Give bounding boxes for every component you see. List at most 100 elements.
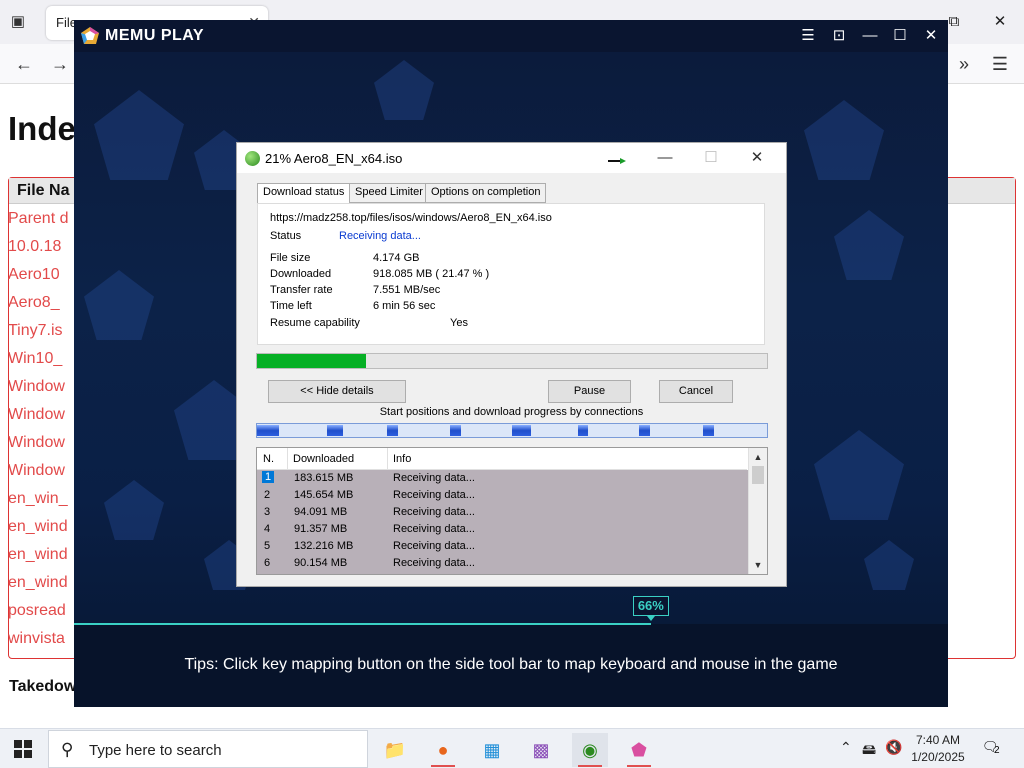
virtualbox-icon[interactable]: ▦ (474, 733, 510, 767)
memu-multi-icon[interactable]: ▩ (523, 733, 559, 767)
scroll-up-icon[interactable]: ▲ (749, 450, 767, 464)
connection-row[interactable]: 1 183.615 MB Receiving data... (257, 470, 748, 487)
tab-options-on-completion[interactable]: Options on completion (425, 183, 547, 203)
file-link[interactable]: Window (8, 406, 65, 424)
dialog-title: 21% Aero8_EN_x64.iso (265, 151, 403, 166)
col-header-n[interactable]: N. (263, 453, 274, 465)
connection-downloaded: 132.216 MB (294, 540, 354, 552)
back-icon[interactable]: ← (10, 52, 38, 76)
file-link[interactable]: winvista (8, 630, 65, 648)
clock-time: 7:40 AM (915, 733, 961, 747)
menu-icon[interactable]: ☰ (986, 52, 1014, 76)
file-link[interactable]: Aero8_ (8, 294, 60, 312)
forward-icon[interactable]: → (46, 52, 74, 76)
dialog-minimize-icon[interactable]: — (645, 147, 685, 169)
network-icon[interactable]: 🖴 (862, 739, 876, 763)
memu-play-icon[interactable]: ⬟ (621, 733, 657, 767)
connection-row[interactable]: 3 94.091 MB Receiving data... (257, 504, 748, 521)
windows-start-icon[interactable] (14, 740, 32, 758)
chevron-up-icon[interactable]: ⌃ (840, 739, 852, 756)
file-explorer-icon[interactable]: 📁 (377, 733, 413, 767)
connection-segment (639, 425, 650, 436)
search-icon: ⚲ (61, 740, 74, 759)
idm-globe-icon (245, 151, 260, 166)
connection-row[interactable]: 2 145.654 MB Receiving data... (257, 487, 748, 504)
col-header-downloaded[interactable]: Downloaded (293, 453, 354, 465)
taskbar-search-box[interactable]: ⚲ Type here to search (48, 730, 368, 768)
close-window-icon[interactable]: ✕ (980, 8, 1020, 36)
connection-downloaded: 183.615 MB (294, 472, 354, 484)
file-link[interactable]: en_wind (8, 518, 68, 536)
scroll-down-icon[interactable]: ▼ (749, 558, 767, 572)
col-header-info[interactable]: Info (393, 453, 411, 465)
connection-info: Receiving data... (393, 506, 475, 518)
file-link[interactable]: posread (8, 602, 66, 620)
scroll-thumb[interactable] (752, 466, 764, 484)
memu-title: MEMU PLAY (105, 27, 205, 44)
tab-speed-limiter[interactable]: Speed Limiter (349, 183, 429, 203)
pause-button[interactable]: Pause (548, 380, 631, 403)
file-size-label: File size (270, 252, 311, 264)
dialog-title-bar: 21% Aero8_EN_x64.iso — ☐ ✕ (237, 143, 786, 173)
file-link[interactable]: en_wind (8, 546, 68, 564)
tips-text: Tips: Click key mapping button on the si… (184, 656, 838, 673)
file-link[interactable]: Aero10 (8, 266, 60, 284)
connections-progress-bar (256, 423, 768, 438)
memu-title-bar: MEMU PLAY ☰ ⊡ — ☐ ✕ (74, 20, 948, 52)
memu-close-icon[interactable]: ✕ (919, 26, 943, 46)
progress-badge-pointer (646, 616, 655, 621)
taskbar: ⚲ Type here to search 📁 ● ▦ ▩ ◉ ⬟ ⌃ 🖴 🔇 … (0, 728, 1024, 768)
list-tabs-icon[interactable]: ▣ (9, 12, 27, 30)
dialog-close-icon[interactable]: ✕ (737, 147, 777, 169)
transfer-arrow-icon (608, 158, 626, 164)
download-progress-fill (257, 354, 367, 368)
memu-shrink-icon[interactable]: ⊡ (827, 26, 851, 46)
download-url: https://madz258.top/files/isos/windows/A… (270, 212, 552, 224)
download-progress-bar (256, 353, 768, 369)
file-link[interactable]: Win10_ (8, 350, 62, 368)
file-size-value: 4.174 GB (373, 252, 420, 264)
overflow-icon[interactable]: » (950, 52, 978, 76)
connection-row[interactable]: 4 91.357 MB Receiving data... (257, 521, 748, 538)
status-value: Receiving data... (339, 230, 421, 242)
connection-row[interactable]: 5 132.216 MB Receiving data... (257, 538, 748, 555)
memu-minimize-icon[interactable]: — (858, 26, 882, 46)
connection-info: Receiving data... (393, 523, 475, 535)
file-link[interactable]: Tiny7.is (8, 322, 63, 340)
connection-segment (450, 425, 461, 436)
connection-row[interactable]: 6 90.154 MB Receiving data... (257, 555, 748, 572)
list-scrollbar[interactable]: ▲ ▼ (748, 448, 767, 574)
memu-maximize-icon[interactable]: ☐ (888, 26, 912, 46)
file-link[interactable]: en_wind (8, 574, 68, 592)
connection-segment (257, 425, 279, 436)
cancel-button[interactable]: Cancel (659, 380, 733, 403)
connection-info: Receiving data... (393, 472, 475, 484)
notification-center-icon[interactable]: 🗨 2 (982, 739, 1004, 759)
idm-icon[interactable]: ◉ (572, 733, 608, 767)
transfer-rate-value: 7.551 MB/sec (373, 284, 441, 296)
notification-count: 2 (994, 745, 1000, 756)
memu-menu-icon[interactable]: ☰ (796, 26, 820, 46)
hide-details-button[interactable]: << Hide details (268, 380, 406, 403)
connection-number: 2 (264, 489, 271, 501)
connections-list: N. Downloaded Info 1 183.615 MB Receiving … (256, 447, 768, 575)
connection-number: 3 (264, 506, 271, 518)
file-link[interactable]: en_win_ (8, 490, 68, 508)
connection-info: Receiving data... (393, 489, 475, 501)
file-link[interactable]: 10.0.18 (8, 238, 61, 256)
download-status-panel: https://madz258.top/files/isos/windows/A… (257, 203, 765, 345)
file-link[interactable]: Window (8, 462, 65, 480)
connection-downloaded: 94.091 MB (294, 506, 348, 518)
file-link[interactable]: Parent d (8, 210, 68, 228)
downloaded-label: Downloaded (270, 268, 332, 280)
firefox-icon[interactable]: ● (425, 733, 461, 767)
tab-download-status[interactable]: Download status (257, 183, 351, 204)
connection-downloaded: 90.154 MB (294, 557, 348, 569)
time-left-label: Time left (270, 300, 312, 312)
file-link[interactable]: Window (8, 434, 65, 452)
file-link[interactable]: Window (8, 378, 65, 396)
dialog-maximize-icon: ☐ (704, 149, 718, 166)
connection-segment (512, 425, 531, 436)
download-dialog: 21% Aero8_EN_x64.iso — ☐ ✕ Download stat… (236, 142, 787, 587)
taskbar-clock[interactable]: 7:40 AM 1/20/2025 (900, 732, 976, 766)
